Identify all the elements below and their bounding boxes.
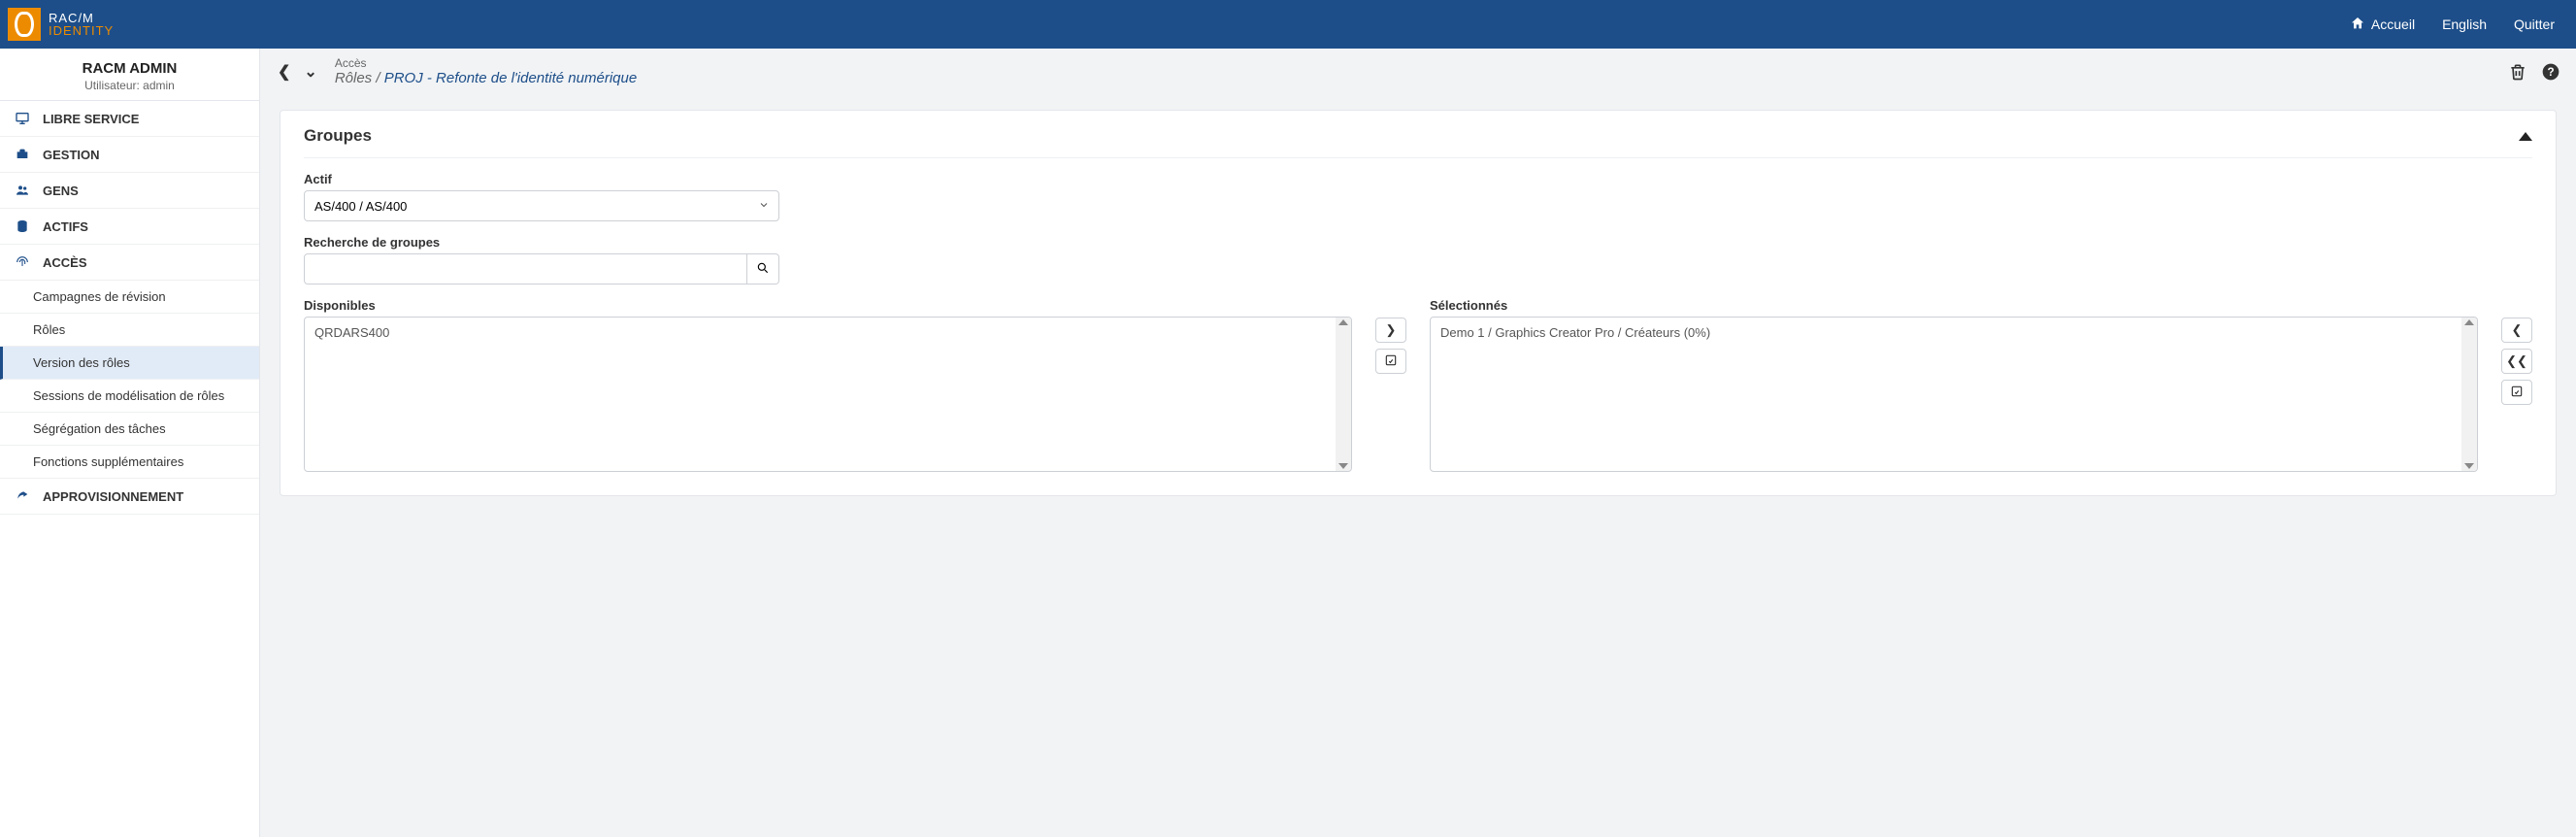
list-item[interactable]: Demo 1 / Graphics Creator Pro / Créateur… — [1431, 321, 2477, 344]
tenant-block: RACM ADMIN Utilisateur: admin — [0, 49, 259, 101]
disponibles-label: Disponibles — [304, 298, 1352, 313]
scroll-down-icon — [2464, 463, 2474, 469]
scrollbar[interactable] — [2461, 318, 2477, 471]
breadcrumb-root: Rôles — [335, 70, 372, 86]
database-icon — [14, 218, 31, 234]
nav-item-label: LIBRE SERVICE — [43, 112, 139, 126]
group-search-input[interactable] — [304, 253, 747, 285]
nav-item-actifs[interactable]: ACTIFS — [0, 209, 259, 245]
brand-text: RAC/M IDENTITY — [49, 12, 114, 37]
nav-item-libre-service[interactable]: LIBRE SERVICE — [0, 101, 259, 137]
brand-line2: IDENTITY — [49, 24, 114, 37]
svg-text:?: ? — [2547, 66, 2554, 79]
nav-language-label: English — [2442, 17, 2487, 32]
people-icon — [14, 183, 31, 198]
transfer-buttons-left: ❮ ❮❮ — [2501, 298, 2532, 472]
available-listbox[interactable]: QRDARS400 — [304, 317, 1352, 472]
selected-listbox[interactable]: Demo 1 / Graphics Creator Pro / Créateur… — [1430, 317, 2478, 472]
add-selected-button[interactable]: ❯ — [1375, 318, 1406, 343]
nav-sub-campagnes[interactable]: Campagnes de révision — [0, 281, 259, 314]
scrollbar[interactable] — [1336, 318, 1351, 471]
nav-item-approvisionnement[interactable]: APPROVISIONNEMENT — [0, 479, 259, 515]
toolbox-icon — [14, 147, 31, 162]
nav-home[interactable]: Accueil — [2336, 0, 2428, 49]
help-button[interactable]: ? — [2541, 62, 2560, 82]
chevron-left-icon: ❮ — [2512, 322, 2523, 338]
breadcrumb-back-button[interactable]: ❮ — [274, 60, 294, 84]
nav-item-label: GENS — [43, 184, 79, 198]
nav-sub-fonctions-supp[interactable]: Fonctions supplémentaires — [0, 446, 259, 479]
sidebar: RACM ADMIN Utilisateur: admin LIBRE SERV… — [0, 49, 260, 837]
monitor-icon — [14, 111, 31, 126]
remove-all-button[interactable]: ❮❮ — [2501, 349, 2532, 374]
selectionnes-label: Sélectionnés — [1430, 298, 2478, 313]
search-label: Recherche de groupes — [304, 235, 2532, 250]
tenant-name: RACM ADMIN — [8, 60, 251, 77]
main-content: ❮ ⌄ Accès Rôles / PROJ - Refonte de l'id… — [260, 49, 2576, 837]
scroll-down-icon — [1338, 463, 1348, 469]
brand-logo-o-icon — [15, 12, 34, 37]
panel-header: Groupes — [304, 126, 2532, 158]
double-chevron-left-icon: ❮❮ — [2506, 353, 2527, 369]
nav-item-gestion[interactable]: GESTION — [0, 137, 259, 173]
actif-label: Actif — [304, 172, 2532, 186]
actif-select[interactable]: AS/400 / AS/400 — [304, 190, 779, 221]
breadcrumb-bar: ❮ ⌄ Accès Rôles / PROJ - Refonte de l'id… — [260, 49, 2576, 94]
add-all-button[interactable] — [1375, 349, 1406, 374]
nav-home-label: Accueil — [2371, 17, 2415, 32]
nav-quit[interactable]: Quitter — [2500, 0, 2568, 49]
nav-language[interactable]: English — [2428, 0, 2500, 49]
collapse-panel-button[interactable] — [2519, 132, 2532, 141]
topbar: RAC/M IDENTITY Accueil English Quitter — [0, 0, 2576, 49]
edit-box-icon — [1384, 353, 1398, 370]
nav-item-label: APPROVISIONNEMENT — [43, 489, 183, 504]
nav-sub-sessions-modelisation[interactable]: Sessions de modélisation de rôles — [0, 380, 259, 413]
delete-button[interactable] — [2508, 62, 2527, 82]
actif-select-wrap: AS/400 / AS/400 — [304, 190, 779, 221]
scroll-up-icon — [1338, 319, 1348, 325]
list-item[interactable]: QRDARS400 — [305, 321, 1351, 344]
edit-box-icon — [2510, 385, 2524, 401]
breadcrumb-path: Rôles / PROJ - Refonte de l'identité num… — [335, 70, 2500, 86]
panel-title: Groupes — [304, 126, 372, 146]
remove-selected-button[interactable]: ❮ — [2501, 318, 2532, 343]
nav-item-label: GESTION — [43, 148, 100, 162]
tenant-user: Utilisateur: admin — [8, 79, 251, 92]
transfer-buttons-right: ❯ — [1375, 298, 1406, 472]
nav-sub-version-roles[interactable]: Version des rôles — [0, 347, 259, 380]
nav-item-label: ACTIFS — [43, 219, 88, 234]
edit-selected-button[interactable] — [2501, 380, 2532, 405]
home-icon — [2350, 16, 2365, 34]
breadcrumb-current-link[interactable]: PROJ - Refonte de l'identité numérique — [384, 70, 638, 86]
share-icon — [14, 488, 31, 504]
panel-groupes: Groupes Actif AS/400 / AS/400 Recherche … — [280, 110, 2557, 496]
nav-item-label: ACCÈS — [43, 255, 87, 270]
nav-item-acces[interactable]: ACCÈS — [0, 245, 259, 281]
nav-sub-roles[interactable]: Rôles — [0, 314, 259, 347]
scroll-up-icon — [2464, 319, 2474, 325]
fingerprint-icon — [14, 254, 31, 270]
breadcrumb-context: Accès — [335, 56, 2500, 70]
search-icon — [756, 261, 770, 278]
nav-quit-label: Quitter — [2514, 17, 2555, 32]
brand-logo — [8, 8, 41, 41]
group-search-button[interactable] — [747, 253, 780, 285]
dual-list: Disponibles QRDARS400 ❯ — [304, 298, 2532, 472]
breadcrumb-down-button[interactable]: ⌄ — [300, 60, 320, 84]
nav-sub-segregation[interactable]: Ségrégation des tâches — [0, 413, 259, 446]
nav-item-gens[interactable]: GENS — [0, 173, 259, 209]
chevron-right-icon: ❯ — [1386, 322, 1397, 338]
